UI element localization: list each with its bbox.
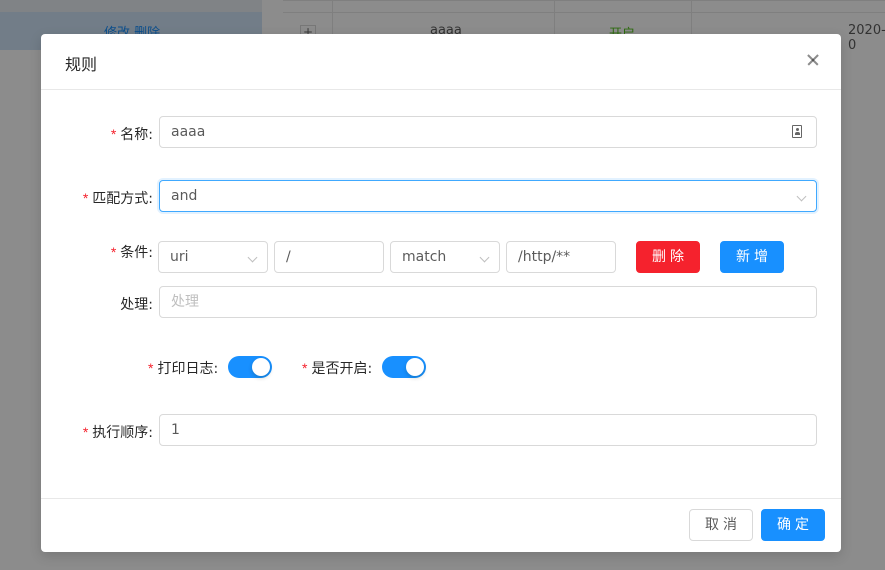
- match-mode-select[interactable]: and: [159, 180, 817, 212]
- delete-condition-button[interactable]: 删除: [636, 241, 700, 273]
- modal-header: 规则: [41, 34, 841, 90]
- log-label: * 打印日志:: [148, 360, 219, 377]
- required-mark: *: [302, 360, 308, 376]
- chevron-down-icon: [796, 191, 807, 202]
- match-mode-label: * 匹配方式:: [82, 190, 153, 207]
- handle-input[interactable]: 处理: [159, 286, 817, 318]
- close-icon[interactable]: [799, 46, 827, 74]
- condition-label: * 条件:: [110, 244, 153, 261]
- required-mark: *: [110, 126, 117, 142]
- rule-modal: 规则 * 名称: aaaa * 匹配方式: and * 条件: uri / match…: [41, 34, 841, 552]
- handle-label: 处理:: [120, 297, 153, 313]
- condition-param-type-select[interactable]: uri: [158, 241, 268, 273]
- handle-placeholder: 处理: [171, 294, 199, 310]
- name-input[interactable]: aaaa: [159, 116, 817, 148]
- sort-label: * 执行顺序:: [82, 424, 153, 441]
- required-mark: *: [82, 424, 89, 440]
- condition-operator-select[interactable]: match: [390, 241, 500, 273]
- enabled-switch[interactable]: [382, 356, 426, 378]
- chevron-down-icon: [479, 252, 490, 263]
- cancel-button[interactable]: 取消: [689, 509, 753, 541]
- condition-param-name-input[interactable]: /: [274, 241, 384, 273]
- add-condition-button[interactable]: 新增: [720, 241, 784, 273]
- required-mark: *: [110, 244, 117, 260]
- chevron-down-icon: [247, 252, 258, 263]
- contact-card-icon: [792, 125, 802, 138]
- modal-footer: 取消 确定: [41, 498, 841, 552]
- ok-button[interactable]: 确定: [761, 509, 825, 541]
- required-mark: *: [148, 360, 154, 376]
- condition-param-value-input[interactable]: /http/**: [506, 241, 616, 273]
- name-label: * 名称:: [110, 126, 153, 143]
- modal-title: 规则: [65, 55, 98, 74]
- sort-input[interactable]: 1: [159, 414, 817, 446]
- required-mark: *: [82, 190, 89, 206]
- log-switch[interactable]: [228, 356, 272, 378]
- enabled-label: * 是否开启:: [302, 360, 373, 377]
